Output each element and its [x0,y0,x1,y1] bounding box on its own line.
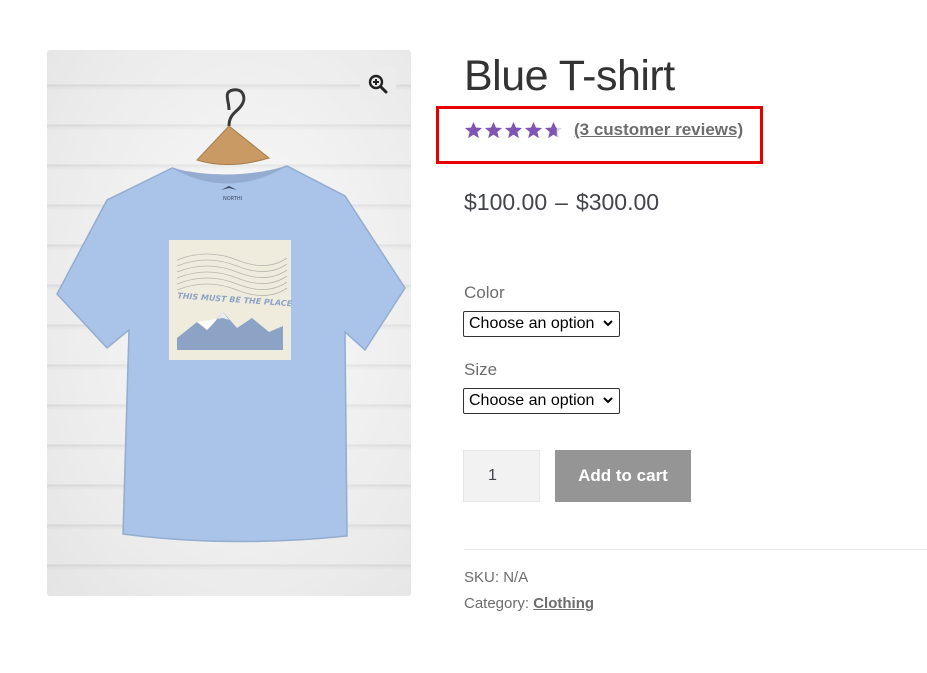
chevron-down-icon [603,320,613,327]
size-select-value: Choose an option [469,392,595,409]
product-image[interactable]: NORTHI THIS MUST BE THE PLACE [47,50,411,596]
magnifier-plus-icon [368,74,388,94]
star-icon [484,121,503,138]
product-rating: (3 customer reviews) [464,120,743,140]
price-max: $300.00 [575,189,660,215]
category-label: Category: [464,595,530,612]
star-icon [524,121,543,138]
zoom-button[interactable] [360,66,396,102]
price-min: $100.00 [464,189,548,215]
star-icon [464,121,483,138]
sku-meta: SKU: N/A [464,569,528,586]
customer-reviews-link[interactable]: (3 customer reviews) [574,120,743,140]
price-separator: – [555,189,568,215]
star-rating [464,121,563,140]
shirt-tag-text: NORTHI [223,196,242,202]
tshirt-image: NORTHI THIS MUST BE THE PLACE [56,88,406,543]
sku-value: N/A [503,569,529,586]
size-select[interactable]: Choose an option [463,388,620,414]
star-icon [544,121,563,138]
quantity-input[interactable]: 1 [463,450,540,502]
product-price: $100.00 – $300.00 [464,189,659,216]
sku-label: SKU: [464,569,500,586]
size-label: Size [464,360,498,379]
product-title: Blue T-shirt [464,52,675,100]
product-page: NORTHI THIS MUST BE THE PLACE Blue T-shi… [0,0,927,673]
category-link[interactable]: Clothing [533,595,594,612]
star-icon [504,121,523,138]
add-to-cart-button[interactable]: Add to cart [555,450,691,502]
color-select-value: Choose an option [469,315,595,332]
divider [464,549,927,550]
color-select[interactable]: Choose an option [463,311,620,337]
category-meta: Category: Clothing [464,595,594,612]
color-label: Color [464,283,505,302]
chevron-down-icon [603,397,613,404]
